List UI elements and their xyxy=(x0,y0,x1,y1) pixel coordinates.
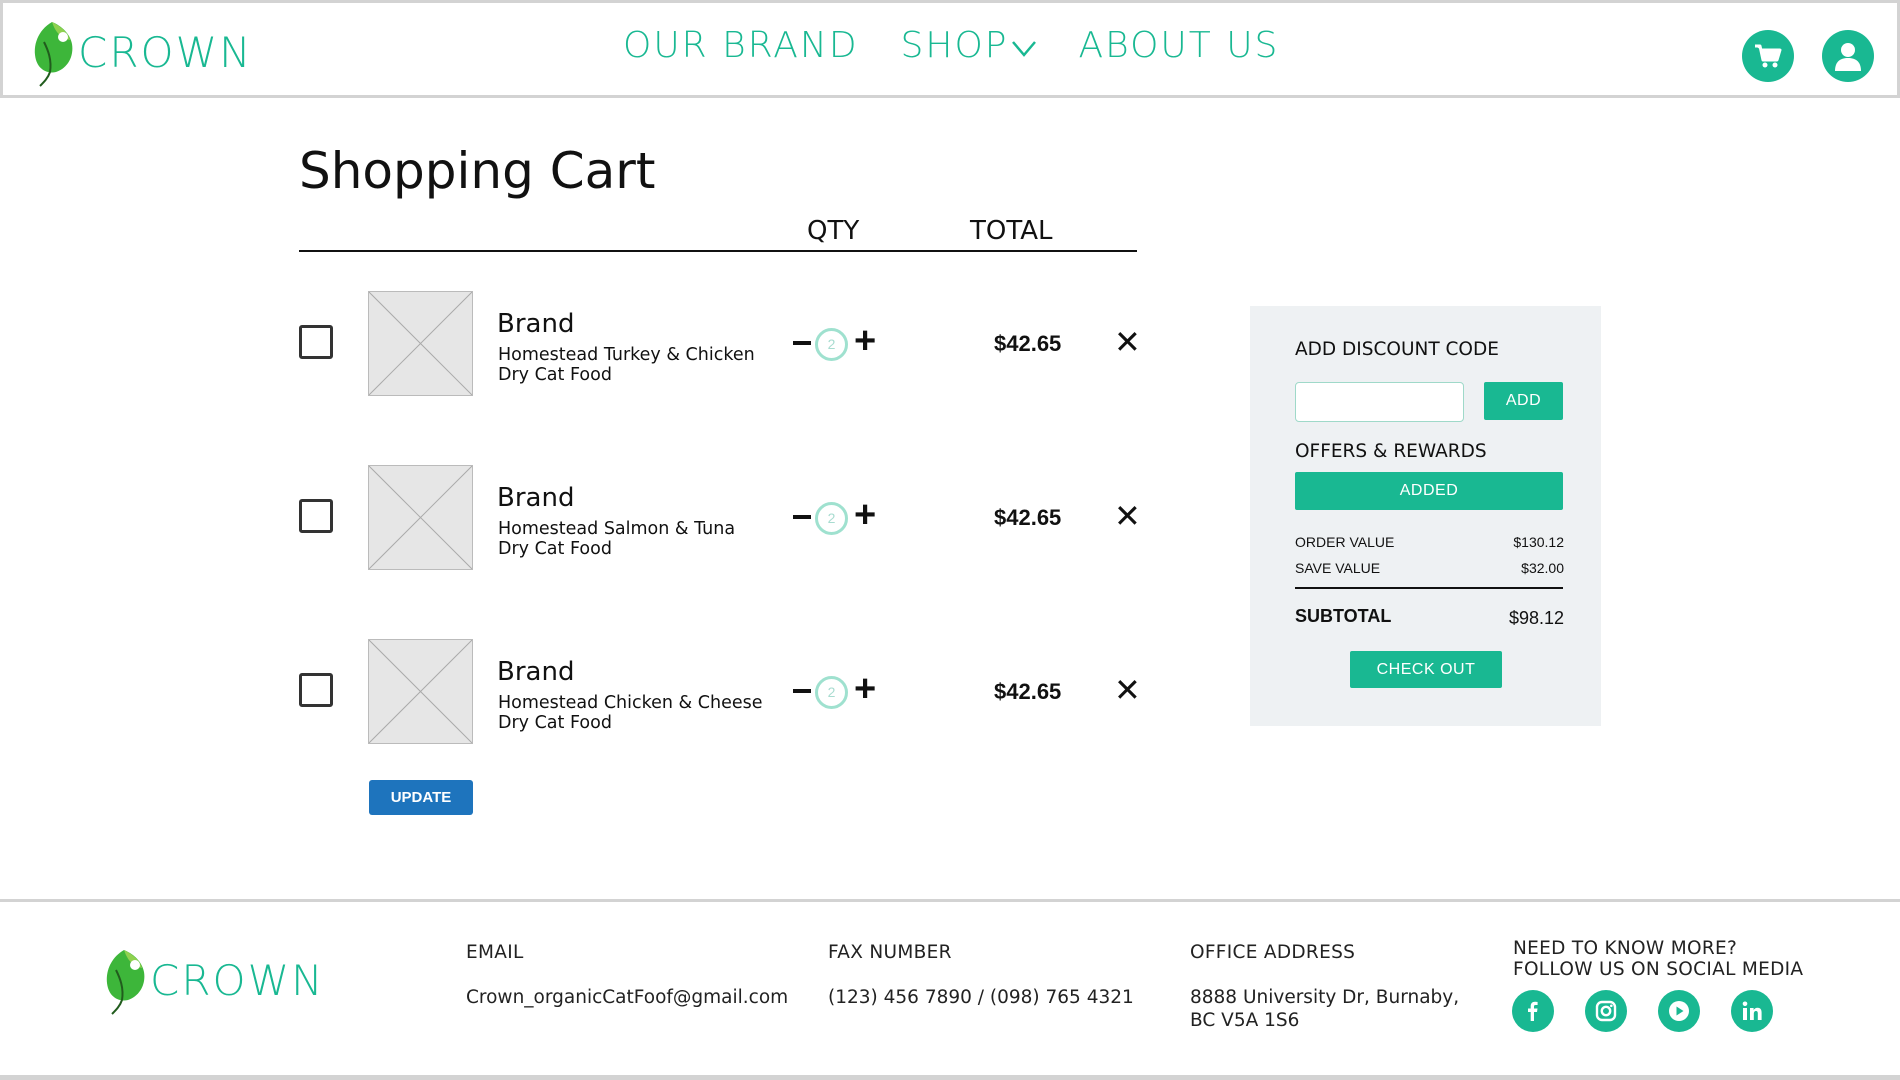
nav-label: ABOUT US xyxy=(1078,25,1280,66)
leaf-logo-icon xyxy=(106,950,145,1015)
item-total: $42.65 xyxy=(994,331,1062,356)
qty-value[interactable]: 2 xyxy=(815,328,848,361)
office-address: 8888 University Dr, Burnaby, BC V5A 1S6 xyxy=(1190,986,1459,1032)
item-name: Homestead Turkey & Chicken Dry Cat Food xyxy=(498,345,755,385)
remove-item-button[interactable]: ✕ xyxy=(1114,497,1141,535)
item-checkbox[interactable] xyxy=(299,673,333,707)
account-button[interactable] xyxy=(1822,30,1874,82)
brand-name: CROWN xyxy=(78,27,253,77)
site-header: CROWN OUR BRAND SHOP ABOUT US xyxy=(0,0,1900,98)
email-heading: EMAIL xyxy=(466,942,524,963)
decrease-qty-button[interactable] xyxy=(793,689,811,693)
email-value[interactable]: Crown_organicCatFoof@gmail.com xyxy=(466,986,788,1009)
add-discount-button[interactable]: ADD xyxy=(1484,382,1563,420)
item-total: $42.65 xyxy=(994,505,1062,530)
product-image-placeholder xyxy=(368,465,473,570)
discount-code-input[interactable] xyxy=(1295,382,1464,422)
qty-column-header: QTY xyxy=(807,216,860,246)
save-value: $32.00 xyxy=(1521,560,1564,576)
instagram-icon xyxy=(1595,1000,1617,1022)
offers-added-button[interactable]: ADDED xyxy=(1295,472,1563,510)
cart-item: Brand Homestead Chicken & Cheese Dry Cat… xyxy=(299,639,1141,745)
subtotal-value: $98.12 xyxy=(1508,608,1564,628)
qty-value[interactable]: 2 xyxy=(815,676,848,709)
decrease-qty-button[interactable] xyxy=(793,515,811,519)
linkedin-link[interactable] xyxy=(1731,990,1773,1032)
product-image-placeholder xyxy=(368,639,473,744)
remove-item-button[interactable]: ✕ xyxy=(1114,671,1141,709)
decrease-qty-button[interactable] xyxy=(793,341,811,345)
footer-logo[interactable]: CROWN xyxy=(102,944,325,1016)
item-total: $42.65 xyxy=(994,679,1062,704)
fax-heading: FAX NUMBER xyxy=(828,942,952,963)
social-heading: NEED TO KNOW MORE? FOLLOW US ON SOCIAL M… xyxy=(1513,938,1803,980)
update-cart-button[interactable]: UPDATE xyxy=(369,780,473,815)
user-icon xyxy=(1835,43,1861,71)
nav-shop[interactable]: SHOP xyxy=(901,25,1037,66)
leaf-logo-icon xyxy=(34,22,73,87)
linkedin-icon xyxy=(1742,1001,1762,1020)
main-nav: OUR BRAND SHOP ABOUT US xyxy=(623,25,1321,66)
remove-item-button[interactable]: ✕ xyxy=(1114,323,1141,361)
address-line: 8888 University Dr, Burnaby, xyxy=(1190,987,1460,1008)
subtotal-label: SUBTOTAL xyxy=(1295,606,1392,626)
nav-label: OUR BRAND xyxy=(623,25,859,66)
qty-value[interactable]: 2 xyxy=(815,502,848,535)
order-value: $130.12 xyxy=(1513,534,1564,550)
nav-about-us[interactable]: ABOUT US xyxy=(1079,25,1280,66)
total-column-header: TOTAL xyxy=(970,216,1053,246)
fax-value: (123) 456 7890 / (098) 765 4321 xyxy=(828,987,1134,1008)
divider xyxy=(1295,587,1563,589)
brand-logo[interactable]: CROWN xyxy=(30,16,253,88)
nav-label: SHOP xyxy=(900,25,1009,66)
item-brand: Brand xyxy=(497,657,575,687)
item-brand: Brand xyxy=(497,309,575,339)
save-value-label: SAVE VALUE xyxy=(1295,560,1381,576)
discount-heading: ADD DISCOUNT CODE xyxy=(1295,339,1499,360)
item-name: Homestead Salmon & Tuna Dry Cat Food xyxy=(498,519,736,559)
instagram-link[interactable] xyxy=(1585,990,1627,1032)
cart-icon xyxy=(1755,44,1782,68)
increase-qty-button[interactable]: + xyxy=(854,495,876,535)
page-title: Shopping Cart xyxy=(299,142,656,200)
facebook-icon xyxy=(1528,1001,1538,1021)
office-heading: OFFICE ADDRESS xyxy=(1190,942,1356,963)
item-checkbox[interactable] xyxy=(299,499,333,533)
order-summary-panel: ADD DISCOUNT CODE ADD OFFERS & REWARDS A… xyxy=(1250,306,1601,726)
item-brand: Brand xyxy=(497,483,575,513)
nav-our-brand[interactable]: OUR BRAND xyxy=(623,25,859,66)
cart-item: Brand Homestead Turkey & Chicken Dry Cat… xyxy=(299,291,1141,397)
brand-name: CROWN xyxy=(150,955,325,1005)
address-line: BC V5A 1S6 xyxy=(1190,1010,1300,1031)
divider xyxy=(299,250,1137,252)
item-name: Homestead Chicken & Cheese Dry Cat Food xyxy=(498,693,763,733)
increase-qty-button[interactable]: + xyxy=(854,669,876,709)
checkout-button[interactable]: CHECK OUT xyxy=(1350,651,1502,688)
order-value-label: ORDER VALUE xyxy=(1295,534,1395,550)
cart-button[interactable] xyxy=(1742,30,1794,82)
social-heading-line: FOLLOW US ON SOCIAL MEDIA xyxy=(1513,959,1804,980)
site-footer: CROWN EMAIL Crown_organicCatFoof@gmail.c… xyxy=(0,899,1900,1080)
chevron-down-icon xyxy=(1011,40,1036,57)
increase-qty-button[interactable]: + xyxy=(854,321,876,361)
youtube-icon xyxy=(1669,1001,1689,1021)
social-heading-line: NEED TO KNOW MORE? xyxy=(1513,938,1738,959)
offers-heading: OFFERS & REWARDS xyxy=(1295,441,1487,462)
facebook-link[interactable] xyxy=(1512,990,1554,1032)
item-checkbox[interactable] xyxy=(299,325,333,359)
product-image-placeholder xyxy=(368,291,473,396)
cart-item: Brand Homestead Salmon & Tuna Dry Cat Fo… xyxy=(299,465,1141,571)
youtube-link[interactable] xyxy=(1658,990,1700,1032)
